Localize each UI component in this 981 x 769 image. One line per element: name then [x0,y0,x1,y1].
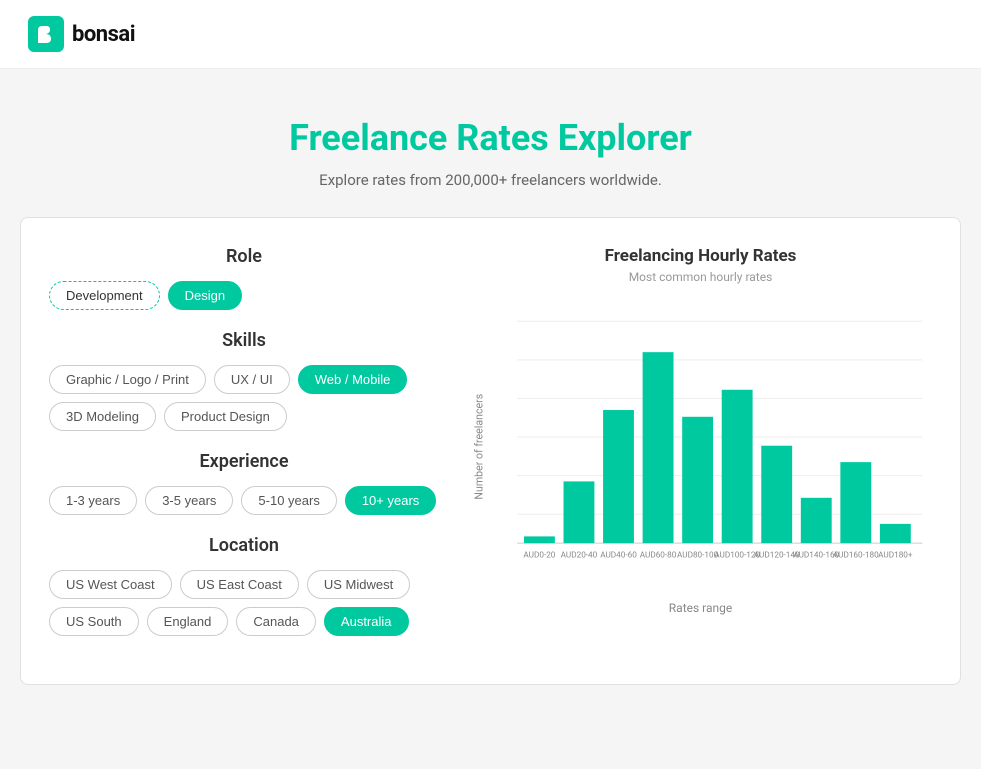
pill-3-5-years[interactable]: 3-5 years [145,486,233,515]
main-card: Role Development Design Skills Graphic /… [20,217,961,685]
location-title: Location [49,535,439,556]
role-title: Role [49,246,439,267]
svg-text:AUD80-100: AUD80-100 [677,550,719,560]
svg-text:AUD40-60: AUD40-60 [600,550,637,560]
chart-title: Freelancing Hourly Rates [469,246,932,266]
bonsai-logo-icon [28,16,64,52]
logo: bonsai [28,16,135,52]
pill-us-west-coast[interactable]: US West Coast [49,570,172,599]
chart-x-label: Rates range [469,601,932,615]
page-title: Freelance Rates Explorer [20,117,961,159]
pill-us-south[interactable]: US South [49,607,139,636]
pill-product-design[interactable]: Product Design [164,402,287,431]
chart-subtitle: Most common hourly rates [469,270,932,284]
svg-text:AUD20-40: AUD20-40 [561,550,598,560]
pill-10-plus-years[interactable]: 10+ years [345,486,436,515]
chart-panel: Freelancing Hourly Rates Most common hou… [469,246,932,656]
skills-section: Skills Graphic / Logo / Print UX / UI We… [49,330,439,431]
svg-text:AUD60-80: AUD60-80 [640,550,677,560]
experience-pills: 1-3 years 3-5 years 5-10 years 10+ years [49,486,439,515]
bar-chart: Number of freelancers AUD0-20 AUD20-40 [469,302,932,591]
svg-text:AUD160-180: AUD160-180 [833,550,879,560]
svg-text:AUD0-20: AUD0-20 [523,550,555,560]
location-section: Location US West Coast US East Coast US … [49,535,439,636]
pill-ux-ui[interactable]: UX / UI [214,365,290,394]
pill-development[interactable]: Development [49,281,160,310]
experience-section: Experience 1-3 years 3-5 years 5-10 year… [49,451,439,515]
pill-canada[interactable]: Canada [236,607,316,636]
pill-design[interactable]: Design [168,281,242,310]
pill-england[interactable]: England [147,607,229,636]
pill-us-midwest[interactable]: US Midwest [307,570,410,599]
page-subtitle: Explore rates from 200,000+ freelancers … [20,171,961,189]
role-section: Role Development Design [49,246,439,310]
pill-3d-modeling[interactable]: 3D Modeling [49,402,156,431]
pill-australia[interactable]: Australia [324,607,409,636]
pill-5-10-years[interactable]: 5-10 years [241,486,336,515]
site-header: bonsai [0,0,981,69]
logo-text: bonsai [72,22,135,47]
pill-1-3-years[interactable]: 1-3 years [49,486,137,515]
pill-us-east-coast[interactable]: US East Coast [180,570,299,599]
experience-title: Experience [49,451,439,472]
location-pills: US West Coast US East Coast US Midwest U… [49,570,439,636]
svg-text:AUD180+: AUD180+ [878,550,913,560]
pill-web-mobile[interactable]: Web / Mobile [298,365,408,394]
role-pills: Development Design [49,281,439,310]
skills-pills: Graphic / Logo / Print UX / UI Web / Mob… [49,365,439,431]
hero-section: Freelance Rates Explorer Explore rates f… [0,69,981,217]
svg-text:Number of freelancers: Number of freelancers [473,394,486,500]
skills-title: Skills [49,330,439,351]
filter-panel: Role Development Design Skills Graphic /… [49,246,439,656]
pill-graphic-logo-print[interactable]: Graphic / Logo / Print [49,365,206,394]
chart-area: Number of freelancers AUD0-20 AUD20-40 [469,302,932,615]
